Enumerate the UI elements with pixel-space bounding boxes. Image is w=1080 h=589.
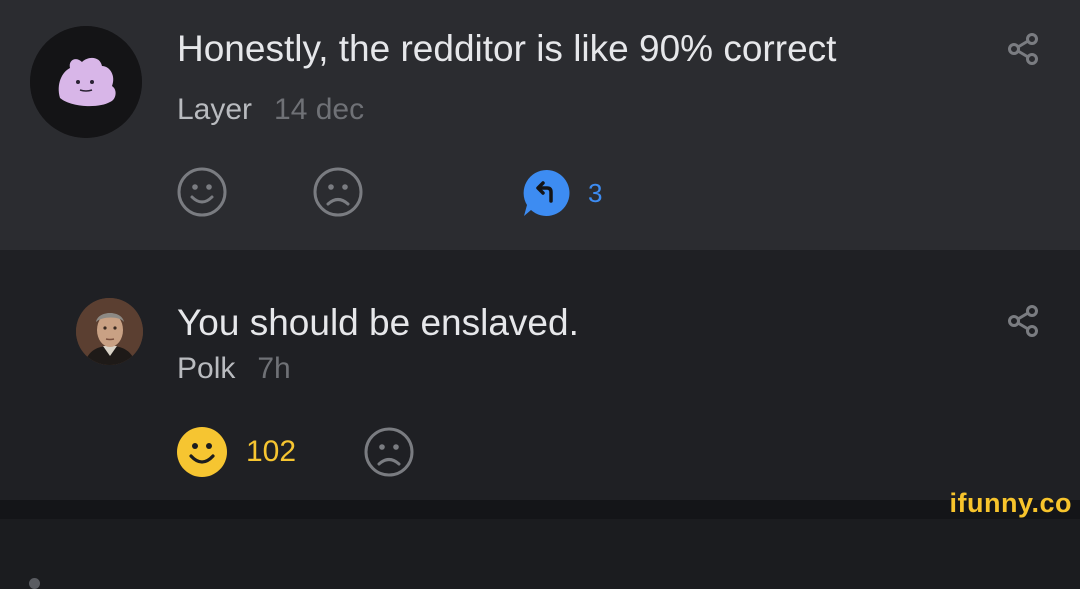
unsmile-icon[interactable] <box>363 426 415 478</box>
portrait-avatar-icon <box>76 298 143 365</box>
comment-card: Honestly, the redditor is like 90% corre… <box>0 0 1080 250</box>
comment-text: You should be enslaved. <box>177 302 579 343</box>
author-name[interactable]: Polk <box>177 352 235 385</box>
share-icon[interactable] <box>1005 31 1041 67</box>
bottom-strip <box>0 500 1080 519</box>
author-name[interactable]: Layer <box>177 93 252 126</box>
unsmile-icon[interactable] <box>312 166 364 218</box>
avatar[interactable] <box>76 298 143 365</box>
ditto-avatar-icon <box>30 26 142 138</box>
timestamp: 7h <box>257 352 291 385</box>
comment-card <box>0 250 1080 589</box>
comment-text: Honestly, the redditor is like 90% corre… <box>177 28 837 69</box>
reply-icon[interactable] <box>521 167 573 219</box>
avatar[interactable] <box>30 26 142 138</box>
like-count[interactable]: 102 <box>246 435 296 469</box>
smile-icon[interactable] <box>176 166 228 218</box>
watermark: ifunny.co <box>949 488 1072 518</box>
reply-count[interactable]: 3 <box>588 178 602 209</box>
comment-meta: Layer 14 dec <box>177 93 364 127</box>
smile-icon-active[interactable] <box>176 426 228 478</box>
timestamp: 14 dec <box>274 93 365 126</box>
thread-bullet <box>29 578 40 589</box>
comment-meta: Polk 7h <box>177 352 291 386</box>
share-icon[interactable] <box>1005 303 1041 339</box>
